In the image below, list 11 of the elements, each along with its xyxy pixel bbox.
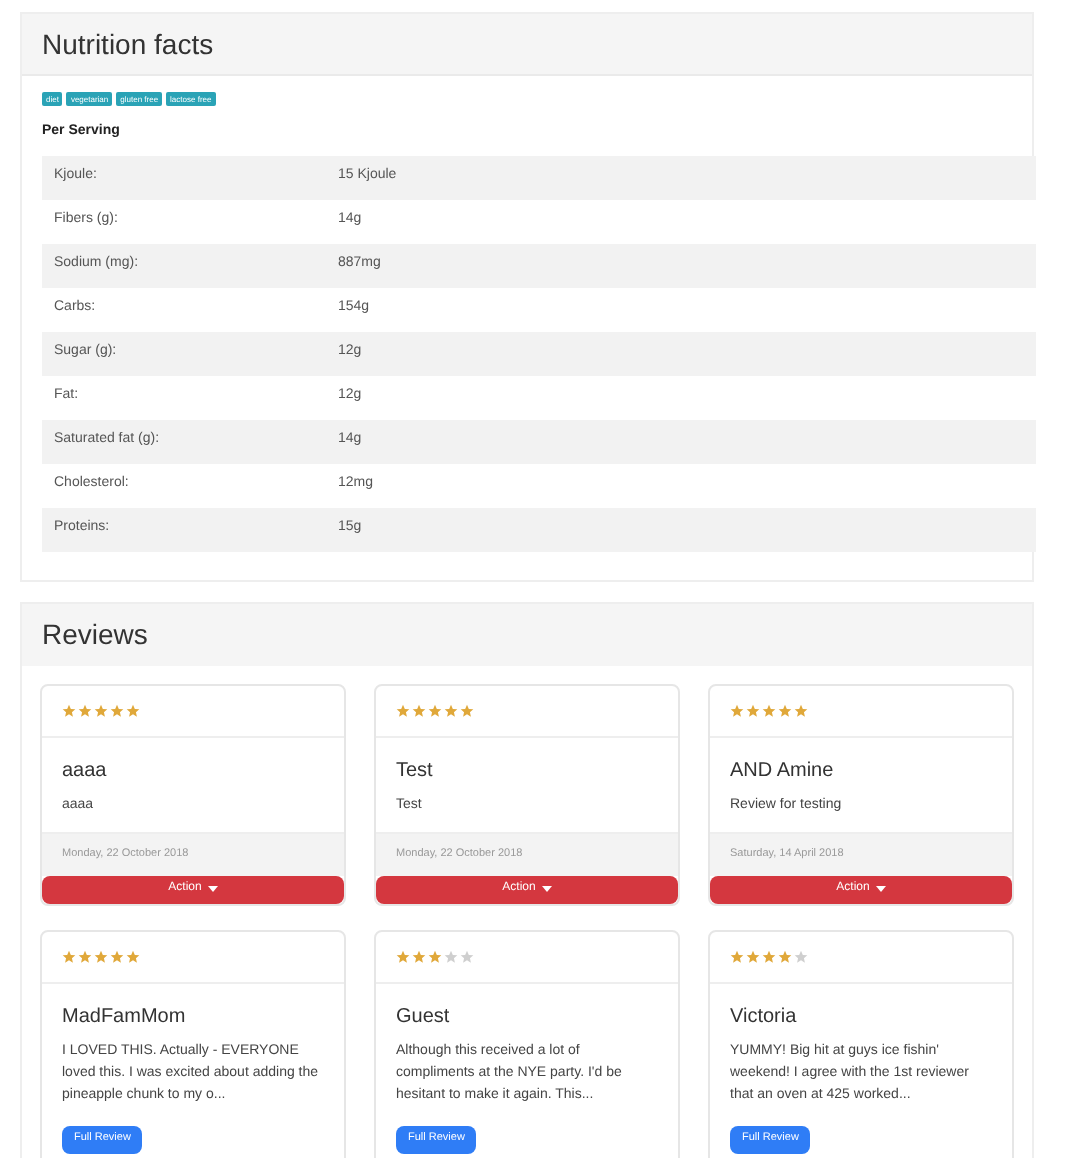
review-author: MadFamMom	[62, 1003, 188, 1031]
review-author: Guest	[396, 1003, 452, 1031]
review-author: Test	[396, 757, 435, 785]
caret-icon	[541, 886, 552, 892]
panel-title: Nutrition facts	[42, 25, 214, 63]
caret-icon	[207, 886, 218, 892]
review-author: AND Amine	[730, 757, 836, 785]
review-author: aaaa	[62, 757, 109, 785]
caret-icon	[875, 886, 886, 892]
panel-title: Reviews	[42, 615, 148, 653]
review-author: Victoria	[730, 1003, 799, 1031]
